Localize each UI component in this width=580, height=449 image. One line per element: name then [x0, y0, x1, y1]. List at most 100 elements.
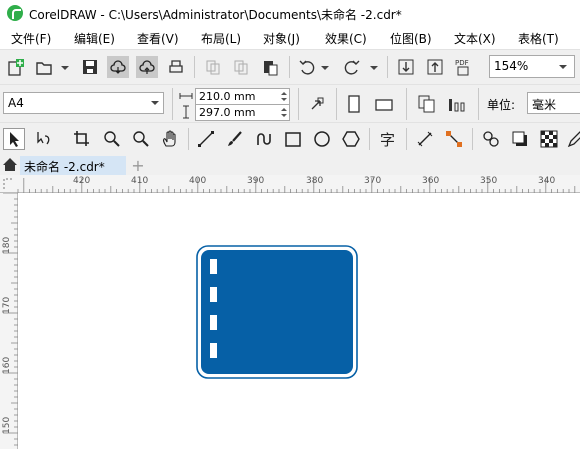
horizontal-ruler[interactable]: 420 410 400 390 380 370 360 350 340	[0, 175, 580, 193]
coreldraw-logo-icon	[7, 5, 23, 21]
units-combo[interactable]: 毫米	[527, 92, 580, 114]
paste-button[interactable]	[259, 56, 281, 78]
cloud-download-button[interactable]	[107, 56, 129, 78]
page-height-spinner[interactable]	[279, 105, 289, 120]
separator	[472, 128, 473, 150]
current-page-button[interactable]	[446, 93, 468, 115]
drop-shadow-button[interactable]	[509, 128, 531, 150]
redo-dropdown-icon[interactable]	[370, 66, 378, 70]
ruler-label: 400	[189, 176, 207, 186]
polygon-icon	[342, 131, 360, 147]
new-document-button[interactable]	[5, 56, 27, 78]
separator	[188, 128, 189, 150]
svg-text:PDF: PDF	[455, 59, 469, 67]
open-button[interactable]	[33, 56, 55, 78]
save-button[interactable]	[79, 56, 101, 78]
page-width-field[interactable]: 210.0 mm	[195, 88, 290, 105]
vertical-ruler[interactable]: 180 170 160 150	[0, 193, 18, 449]
portrait-button[interactable]	[343, 93, 365, 115]
menu-file[interactable]: 文件(F)	[11, 30, 51, 47]
units-label: 单位:	[487, 98, 516, 112]
dimension-tool-button[interactable]	[414, 128, 436, 150]
menu-effects[interactable]: 效果(C)	[325, 30, 367, 47]
text-tool-button[interactable]: 字	[377, 128, 399, 150]
zoom-level-combo[interactable]: 154%	[489, 55, 575, 78]
redo-button[interactable]	[341, 56, 363, 78]
polygon-tool-button[interactable]	[340, 128, 362, 150]
cloud-upload-button[interactable]	[136, 56, 158, 78]
pick-tool-button[interactable]	[3, 128, 25, 150]
open-dropdown-icon[interactable]	[61, 66, 69, 70]
page-width-spinner[interactable]	[279, 89, 289, 104]
pen-tool-button[interactable]	[253, 128, 275, 150]
import-button[interactable]	[395, 56, 417, 78]
connector-tool-button[interactable]	[443, 128, 465, 150]
page-height-value: 297.0 mm	[199, 106, 256, 119]
undo-button[interactable]	[296, 56, 318, 78]
apply-all-pages-button[interactable]	[306, 93, 328, 115]
redo-icon	[344, 60, 360, 75]
print-button[interactable]	[165, 56, 187, 78]
menu-bitmaps[interactable]: 位图(B)	[390, 30, 432, 47]
document-tab[interactable]: 未命名 -2.cdr*	[20, 156, 126, 175]
menu-text[interactable]: 文本(X)	[454, 30, 496, 47]
blend-tool-button[interactable]	[480, 128, 502, 150]
menu-view[interactable]: 查看(V)	[137, 30, 179, 47]
landscape-button[interactable]	[373, 93, 395, 115]
eyedropper-tool-button[interactable]	[566, 128, 580, 150]
zoom-dropdown-icon[interactable]	[559, 65, 567, 69]
pan-tool-button[interactable]	[159, 128, 181, 150]
copy-button[interactable]	[230, 56, 252, 78]
undo-dropdown-icon[interactable]	[321, 66, 329, 70]
blend-icon	[483, 131, 499, 147]
transparency-tool-button[interactable]	[538, 128, 560, 150]
hand-icon	[163, 130, 176, 147]
separator	[336, 88, 337, 120]
drawing-canvas[interactable]	[18, 193, 580, 449]
crop-tool-button[interactable]	[71, 128, 93, 150]
zoom-tool-button[interactable]	[101, 128, 123, 150]
separator	[478, 88, 479, 120]
cloud-upload-icon	[139, 60, 155, 74]
menu-table[interactable]: 表格(T)	[518, 30, 559, 47]
brush-icon	[228, 131, 242, 146]
lane-sign-graphic[interactable]	[196, 245, 360, 381]
menu-object[interactable]: 对象(J)	[263, 30, 300, 47]
plus-icon: +	[131, 156, 145, 175]
ellipse-tool-button[interactable]	[311, 128, 333, 150]
svg-text:字: 字	[380, 131, 395, 148]
publish-pdf-button[interactable]: PDF	[453, 56, 475, 78]
shape-tool-icon	[37, 132, 50, 145]
shape-tool-button[interactable]	[33, 128, 55, 150]
all-pages-icon	[418, 95, 435, 113]
import-icon	[398, 59, 414, 75]
artistic-media-button[interactable]	[224, 128, 246, 150]
pdf-icon: PDF	[455, 59, 469, 76]
freehand-tool-button[interactable]	[195, 128, 217, 150]
ruler-origin-icon[interactable]	[3, 178, 15, 190]
menu-layout[interactable]: 布局(L)	[201, 30, 241, 47]
shadow-icon	[512, 131, 527, 146]
add-document-button[interactable]: +	[126, 156, 150, 175]
export-button[interactable]	[424, 56, 446, 78]
page-height-field[interactable]: 297.0 mm	[195, 104, 290, 121]
folder-icon	[36, 62, 52, 75]
menu-edit[interactable]: 编辑(E)	[74, 30, 115, 47]
rectangle-tool-button[interactable]	[282, 128, 304, 150]
ruler-label: 360	[422, 176, 440, 186]
landscape-icon	[375, 99, 393, 111]
all-pages-button[interactable]	[416, 93, 438, 115]
width-dim-icon	[179, 93, 193, 99]
page-size-combo[interactable]: A4	[3, 92, 164, 114]
page-size-dropdown-icon[interactable]	[151, 101, 159, 105]
cloud-icon	[110, 60, 126, 74]
cut-icon	[206, 60, 220, 75]
cut-button[interactable]	[202, 56, 224, 78]
home-icon[interactable]	[2, 157, 18, 172]
export-icon	[427, 59, 443, 75]
zoom-out-tool-button[interactable]	[130, 128, 152, 150]
connector-icon	[446, 131, 462, 147]
zoom-icon	[104, 131, 120, 147]
page-apply-icon	[311, 97, 324, 110]
current-page-icon	[449, 99, 465, 112]
